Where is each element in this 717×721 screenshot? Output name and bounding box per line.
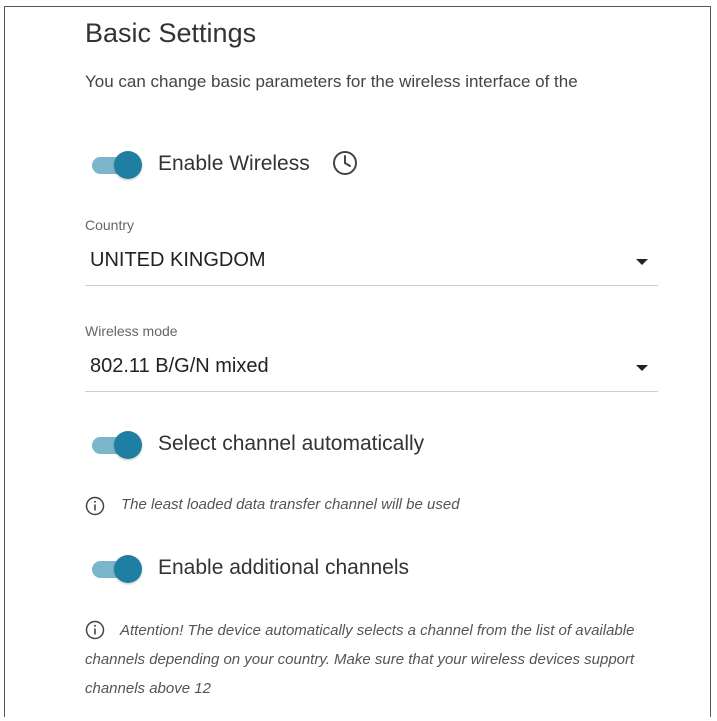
additional-channels-note: Attention! The device automatically sele…	[85, 622, 635, 697]
toggle-knob	[114, 431, 142, 459]
enable-wireless-toggle[interactable]	[89, 151, 142, 179]
chevron-down-icon	[636, 365, 648, 371]
wireless-mode-value: 802.11 B/G/N mixed	[90, 355, 269, 377]
clock-icon[interactable]	[331, 149, 359, 177]
auto-channel-hint: The least loaded data transfer channel w…	[121, 496, 460, 513]
toggle-knob	[114, 555, 142, 583]
country-value: UNITED KINGDOM	[90, 249, 266, 271]
chevron-down-icon	[636, 259, 648, 265]
wireless-mode-select[interactable]: 802.11 B/G/N mixed	[85, 346, 658, 392]
additional-channels-toggle[interactable]	[89, 555, 142, 583]
page-description: You can change basic parameters for the …	[85, 72, 578, 91]
wireless-mode-label: Wireless mode	[85, 323, 178, 339]
additional-channels-label: Enable additional channels	[158, 556, 410, 579]
enable-wireless-label: Enable Wireless	[158, 152, 310, 175]
country-label: Country	[85, 217, 135, 233]
info-icon	[85, 496, 105, 516]
toggle-knob	[114, 151, 142, 179]
country-underline	[85, 285, 658, 286]
auto-channel-toggle[interactable]	[89, 431, 142, 459]
page-title: Basic Settings	[85, 18, 257, 48]
country-select[interactable]: UNITED KINGDOM	[85, 240, 658, 286]
wireless-mode-underline	[85, 391, 658, 392]
auto-channel-label: Select channel automatically	[158, 432, 425, 455]
